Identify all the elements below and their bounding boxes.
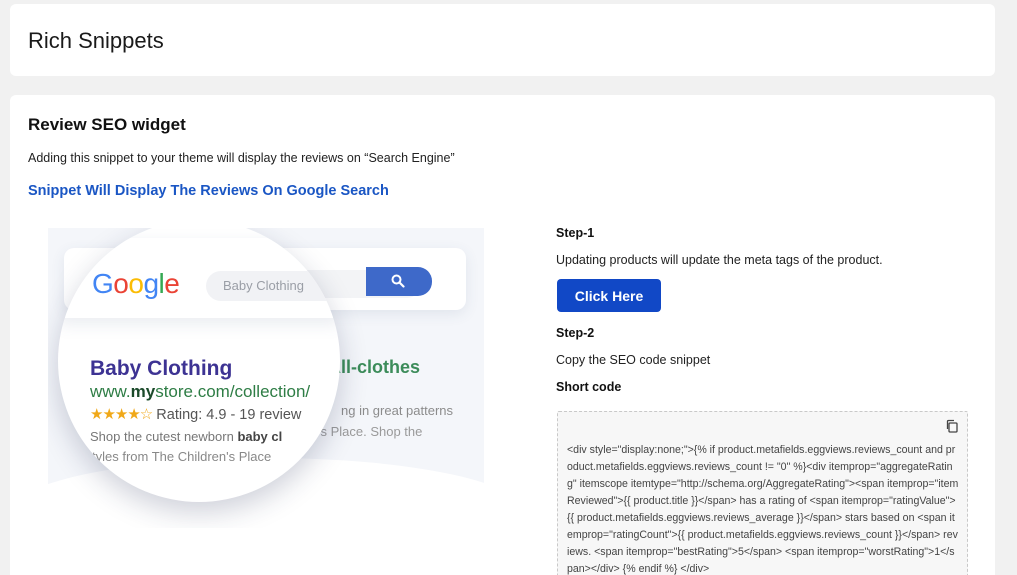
result-rating-row: ★★★★☆ Rating: 4.9 - 19 review bbox=[90, 405, 301, 423]
result-url-prefix: www. bbox=[90, 382, 131, 401]
illustration-bg-result-title: All-clothes bbox=[328, 357, 421, 377]
result-snippet-text: Shop the cutest newborn bbox=[90, 429, 238, 444]
review-seo-card: Review SEO widget Adding this snippet to… bbox=[10, 95, 995, 575]
step1-text: Updating products will update the meta t… bbox=[556, 253, 883, 267]
short-code-label: Short code bbox=[556, 380, 622, 394]
result-snippet-bold: baby cl bbox=[237, 429, 283, 444]
result-title: Baby Clothing bbox=[90, 357, 233, 380]
result-url: www.mystore.com/collection/ bbox=[90, 382, 310, 402]
magnified-search-placeholder: Baby Clothing bbox=[223, 278, 304, 293]
step2-text: Copy the SEO code snippet bbox=[556, 353, 711, 367]
google-logo-letter-o2: o bbox=[128, 268, 144, 299]
header-card: Rich Snippets bbox=[10, 4, 995, 76]
result-url-bold: my bbox=[130, 382, 156, 401]
result-url-suffix: store.com/collection/ bbox=[155, 382, 311, 401]
step2-label: Step-2 bbox=[556, 326, 595, 340]
google-logo-letter-e: e bbox=[164, 268, 180, 299]
section-title: Review SEO widget bbox=[28, 115, 186, 134]
illustration-search-button bbox=[366, 267, 432, 296]
google-search-link[interactable]: Snippet Will Display The Reviews On Goog… bbox=[28, 183, 389, 199]
google-logo-letter-o1: o bbox=[113, 268, 129, 299]
google-logo-letter-g2: g bbox=[143, 268, 159, 299]
star-rating-icon: ★★★★☆ bbox=[90, 406, 153, 423]
page-title: Rich Snippets bbox=[28, 28, 164, 53]
copy-icon[interactable] bbox=[945, 419, 959, 433]
code-snippet-box[interactable]: <div style="display:none;">{% if product… bbox=[557, 411, 968, 575]
illustration-bg-result-line1: ng in great patterns bbox=[341, 403, 454, 418]
click-here-button[interactable]: Click Here bbox=[557, 279, 661, 312]
search-icon bbox=[391, 274, 405, 288]
result-snippet-line2: tyles from The Children's Place bbox=[92, 449, 272, 464]
result-rating-text: Rating: 4.9 - 19 review bbox=[156, 407, 302, 423]
section-description: Adding this snippet to your theme will d… bbox=[28, 151, 455, 165]
code-snippet-text[interactable]: <div style="display:none;">{% if product… bbox=[567, 442, 959, 575]
google-search-illustration: Baby Clothing All-clothes ng in great pa… bbox=[48, 228, 484, 528]
step1-label: Step-1 bbox=[556, 226, 595, 240]
google-logo: Google bbox=[92, 268, 180, 300]
magnifier-lens: Google Baby Clothing Baby Clothing www.m… bbox=[58, 228, 340, 502]
google-logo-letter-g: G bbox=[92, 268, 114, 299]
result-snippet-line1: Shop the cutest newborn baby cl bbox=[90, 429, 282, 444]
illustration-bg-result-line2: 's Place. Shop the bbox=[318, 424, 423, 439]
